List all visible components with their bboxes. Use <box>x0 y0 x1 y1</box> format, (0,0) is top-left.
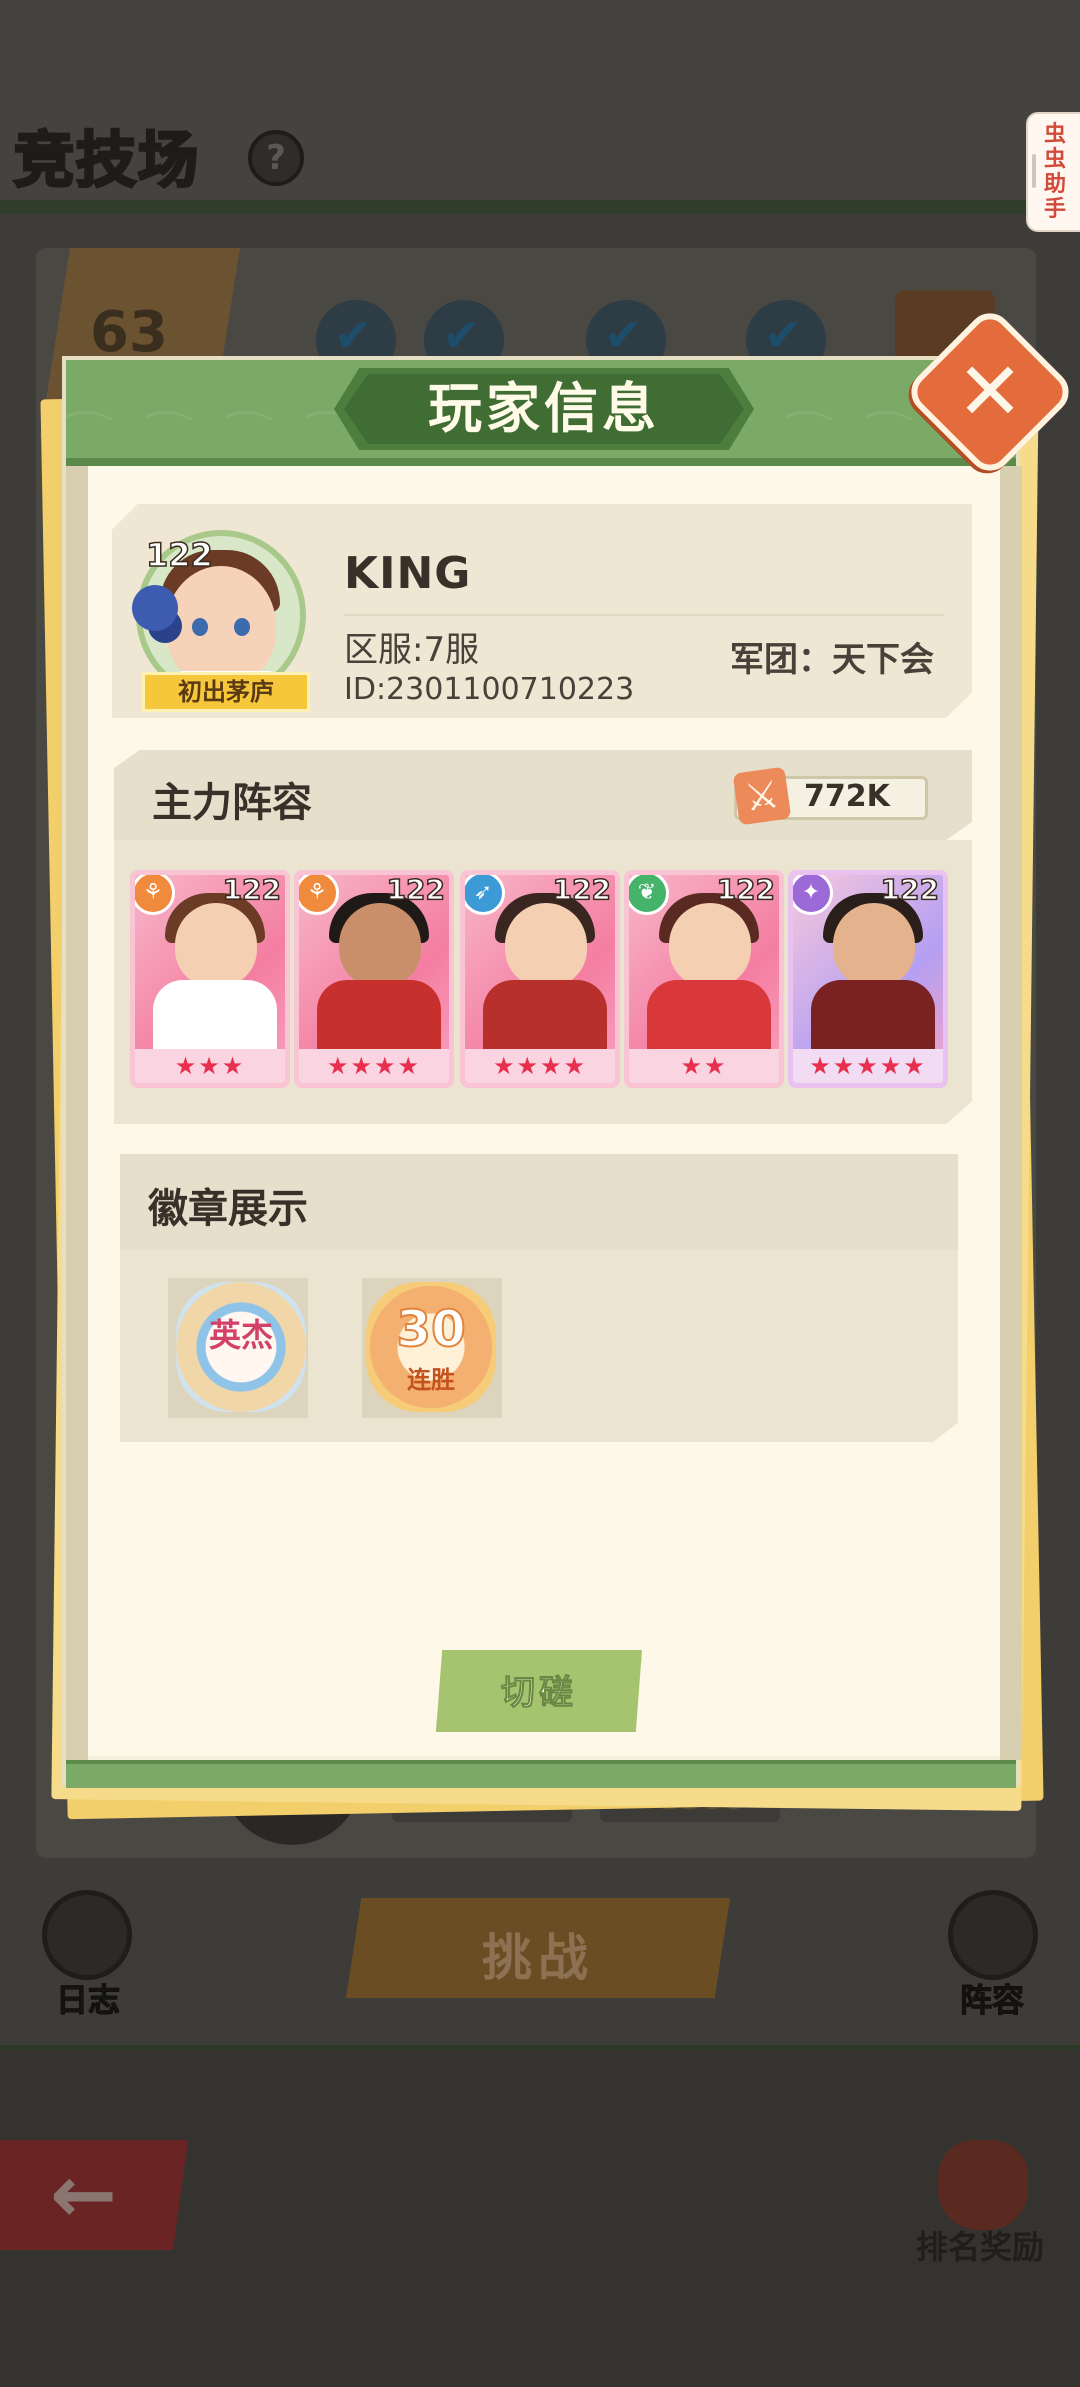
hero-head <box>175 903 257 987</box>
lineup-label: 阵容 <box>959 1981 1025 2020</box>
badge-title: 徽章展示 <box>148 1186 308 1232</box>
hero-card[interactable]: ★★★★★ 122 ✦ <box>788 870 948 1088</box>
hero-card[interactable]: ★★★★ 122 ⚘ <box>294 870 454 1088</box>
class-icon: ❦ <box>629 875 669 915</box>
hero-stars: ★★★★ <box>465 1049 615 1083</box>
hero-card[interactable]: ★★★★ 122 ➶ <box>460 870 620 1088</box>
avatar-face <box>166 566 276 686</box>
close-icon[interactable]: ✕ <box>928 330 1052 454</box>
spar-button-label: 切磋 <box>501 1673 577 1714</box>
hero-card[interactable]: ★★★ 122 ⚘ <box>130 870 290 1088</box>
reward-bag-icon[interactable] <box>938 2140 1028 2230</box>
hero-card[interactable]: ★★ 122 ❦ <box>624 870 784 1088</box>
player-title-tag: 初出茅庐 <box>142 672 310 712</box>
player-server: 区服:7服 <box>344 630 480 670</box>
win-streak-label: 连胜 <box>407 1366 455 1394</box>
class-icon: ✦ <box>793 875 833 915</box>
avatar-eye <box>234 618 250 636</box>
hero-head <box>505 903 587 987</box>
hero-body <box>811 980 935 1050</box>
hero-body <box>647 980 771 1050</box>
side-strip <box>66 466 88 1760</box>
player-guild: 军团：天下会 <box>730 640 934 680</box>
hero-body <box>317 980 441 1050</box>
side-strip <box>1000 466 1022 1760</box>
class-icon: ⚘ <box>299 875 339 915</box>
divider <box>0 200 1080 214</box>
hero-head <box>339 903 421 987</box>
lineup-button[interactable] <box>948 1890 1038 1980</box>
player-id: ID:2301100710223 <box>344 672 635 707</box>
win-streak-number: 30 <box>395 1299 467 1359</box>
class-icon: ⚘ <box>135 875 175 915</box>
challenge-label: 挑战 <box>482 1929 594 1987</box>
hero-head <box>833 903 915 987</box>
hero-badge-label: 英杰 <box>208 1316 273 1354</box>
hero-level: 122 <box>386 873 446 907</box>
back-arrow-icon: ← <box>50 2148 118 2241</box>
lineup-power: 772K <box>804 779 890 814</box>
helper-label: 虫虫助手 <box>1043 122 1066 222</box>
drag-handle <box>1032 154 1036 188</box>
crossed-swords-icon: ⚔ <box>732 766 792 826</box>
flower-icon <box>132 585 178 631</box>
hero-stars: ★★★★ <box>299 1049 449 1083</box>
log-label: 日志 <box>55 1981 121 2020</box>
hero-stars: ★★★★★ <box>793 1049 943 1083</box>
divider <box>344 614 944 616</box>
avatar-eye <box>192 618 208 636</box>
dialog-footer <box>66 1760 1016 1788</box>
hero-body <box>483 980 607 1050</box>
hero-level: 122 <box>552 873 612 907</box>
hero-head <box>669 903 751 987</box>
hero-stars: ★★ <box>629 1049 779 1083</box>
rank-reward-label: 排名奖励 <box>916 2228 1045 2266</box>
dialog-title: 玩家信息 <box>428 377 660 440</box>
arena-title: 竞技场 <box>13 125 200 198</box>
class-icon: ➶ <box>465 875 505 915</box>
lineup-title: 主力阵容 <box>152 780 312 826</box>
helper-tab[interactable]: 虫虫助手 <box>1026 112 1080 232</box>
dialog-header-edge <box>66 458 1016 466</box>
log-button[interactable] <box>42 1890 132 1980</box>
hero-body <box>153 980 277 1050</box>
player-name: KING <box>344 548 472 599</box>
hero-stars: ★★★ <box>135 1049 285 1083</box>
player-level: 122 <box>145 535 213 575</box>
hero-level: 122 <box>880 873 940 907</box>
question-icon[interactable]: ? <box>248 130 304 186</box>
hero-level: 122 <box>222 873 282 907</box>
hero-level: 122 <box>716 873 776 907</box>
